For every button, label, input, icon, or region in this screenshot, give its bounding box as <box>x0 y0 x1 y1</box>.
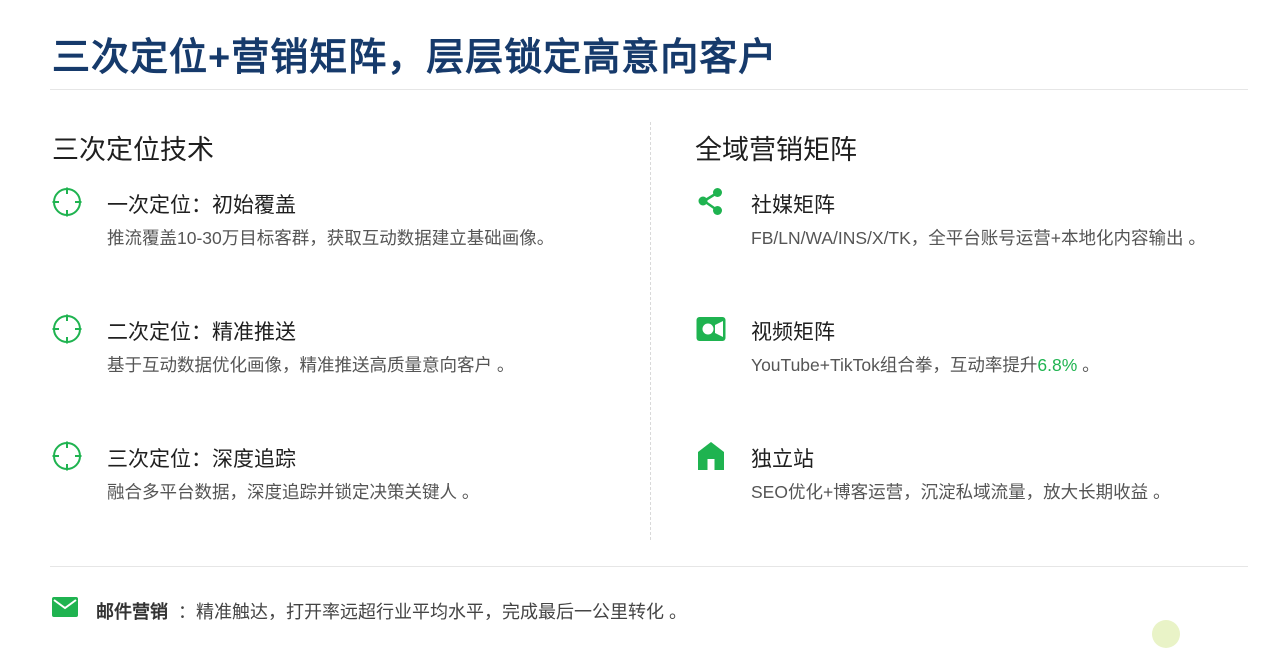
target-icon <box>52 314 82 344</box>
video-camera-icon <box>696 317 726 341</box>
item-description: SEO优化+博客运营，沉淀私域流量，放大长期收益 。 <box>751 482 1171 502</box>
decorative-circle <box>1152 620 1180 648</box>
description-text: YouTube+TikTok组合拳，互动率提升 <box>751 355 1038 375</box>
item-title: 二次定位：精准推送 <box>107 321 296 344</box>
home-icon <box>698 442 724 470</box>
item-title: 一次定位：初始覆盖 <box>107 194 296 217</box>
target-icon <box>52 187 82 217</box>
item-title: 三次定位：深度追踪 <box>107 448 296 471</box>
target-icon <box>52 441 82 471</box>
share-icon <box>698 188 722 215</box>
email-marketing-text: ：精准触达，打开率远超行业平均水平，完成最后一公里转化 。 <box>178 602 687 622</box>
email-marketing-label: 邮件营销 <box>96 602 168 622</box>
item-title: 视频矩阵 <box>751 321 835 344</box>
item-description: FB/LN/WA/INS/X/TK，全平台账号运营+本地化内容输出 。 <box>751 228 1206 248</box>
highlight-value: 6.8% <box>1037 355 1078 375</box>
item-description: 推流覆盖10-30万目标客群，获取互动数据建立基础画像。 <box>107 228 555 248</box>
top-divider <box>50 89 1248 90</box>
mail-icon <box>52 597 78 617</box>
item-description: 基于互动数据优化画像，精准推送高质量意向客户 。 <box>107 355 515 375</box>
left-column-title: 三次定位技术 <box>52 135 214 165</box>
column-divider <box>650 122 651 540</box>
bottom-divider <box>50 566 1248 567</box>
item-title: 独立站 <box>751 448 814 471</box>
description-suffix: 。 <box>1077 355 1100 375</box>
page-title: 三次定位+营销矩阵，层层锁定高意向客户 <box>52 37 778 79</box>
item-description: YouTube+TikTok组合拳，互动率提升6.8% 。 <box>751 352 1100 377</box>
right-column-title: 全域营销矩阵 <box>695 135 857 165</box>
item-description: 融合多平台数据，深度追踪并锁定决策关键人 。 <box>107 482 480 502</box>
item-title: 社媒矩阵 <box>751 194 835 217</box>
